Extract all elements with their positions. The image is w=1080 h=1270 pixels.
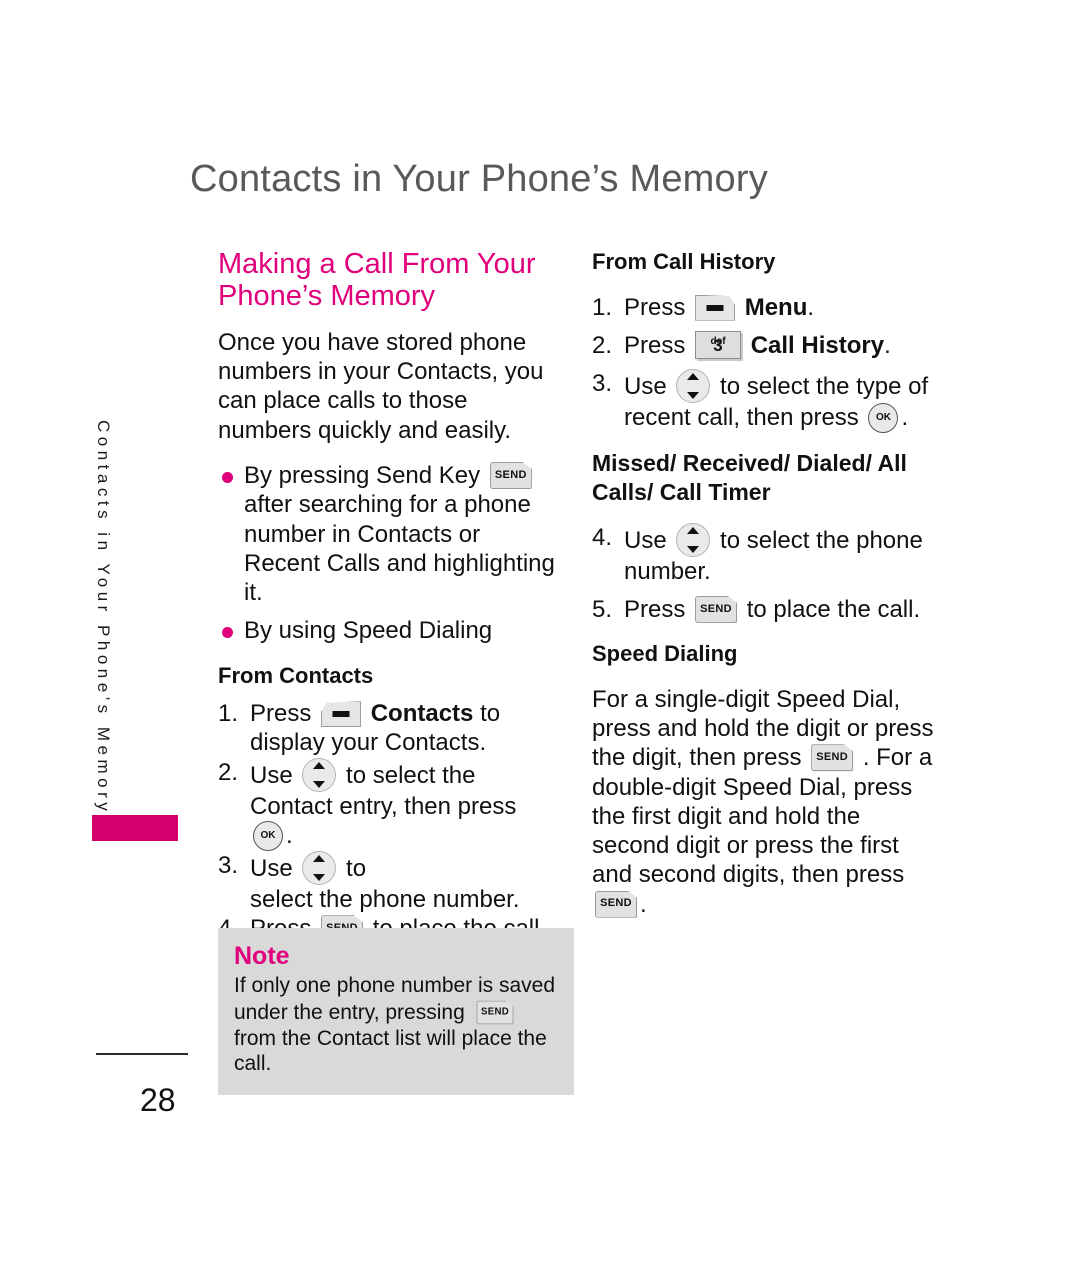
note-body: If only one phone number is saved under … xyxy=(234,973,558,1077)
step-emphasis: Contacts xyxy=(370,700,474,728)
ok-key-label: OK xyxy=(260,829,276,841)
send-key-label: SEND xyxy=(494,468,527,481)
key-letters: def xyxy=(710,335,726,347)
send-key-icon: SEND xyxy=(811,744,854,772)
soft-key-left-icon xyxy=(695,294,736,321)
right-column: From Call History 1. Press Menu. 2. Pres… xyxy=(592,248,942,919)
list-item: 4. Use to select the phone number. xyxy=(592,522,942,586)
step-number: 3. xyxy=(218,851,239,879)
step-text-tail: select the phone number. xyxy=(250,885,520,913)
side-tab-label: Contacts in Your Phone’s Memory xyxy=(94,420,113,816)
note-box: Note If only one phone number is saved u… xyxy=(218,928,574,1095)
footer-divider xyxy=(96,1053,188,1055)
subheading-speed-dialing: Speed Dialing xyxy=(592,641,738,667)
list-item: 2. Press 3 def Call History. xyxy=(592,330,942,360)
send-key-label: SEND xyxy=(600,897,632,910)
call-history-steps-continued: 4. Use to select the phone number. 5. Pr… xyxy=(592,522,942,625)
step-text-tail: to select the phone number. xyxy=(624,526,923,585)
list-item: 2. Use to select the Contact entry, then… xyxy=(218,757,558,851)
ok-key-icon: OK xyxy=(868,403,899,434)
side-tab-marker xyxy=(92,815,178,841)
page-title: Contacts in Your Phone’s Memory xyxy=(190,158,768,200)
nav-wheel-icon xyxy=(302,850,337,885)
bullet-text-before: By pressing Send Key xyxy=(244,462,481,489)
step-text-tail: . xyxy=(807,293,815,321)
step-text-tail: to place the call. xyxy=(746,595,921,623)
methods-bullet-list: By pressing Send Key SEND after searchin… xyxy=(218,461,558,646)
left-column: Making a Call From Your Phone’s Memory O… xyxy=(218,248,558,944)
speed-dialing-text-3: . xyxy=(640,890,647,918)
call-types-list: Missed/ Received/ Dialed/ All Calls/ Cal… xyxy=(592,450,907,505)
step-text: Press xyxy=(624,293,686,321)
ok-key-label: OK xyxy=(875,412,891,424)
step-text: Use xyxy=(624,373,667,401)
step-text: Use xyxy=(624,526,667,554)
send-key-icon: SEND xyxy=(489,462,532,489)
step-number: 5. xyxy=(592,595,613,623)
step-text-tail: . xyxy=(884,331,891,359)
step-number: 2. xyxy=(218,758,239,786)
nav-wheel-icon xyxy=(676,522,711,557)
list-item: 5. Press SEND to place the call. xyxy=(592,595,942,624)
step-text-mid: to xyxy=(346,854,367,882)
bullet-text-after: after searching for a phone number in Co… xyxy=(244,491,555,607)
step-text: Press xyxy=(624,595,686,623)
list-item: 1. Press Contacts to display your Contac… xyxy=(218,699,558,758)
note-title: Note xyxy=(234,942,290,970)
step-number: 3. xyxy=(592,370,613,398)
send-key-icon: SEND xyxy=(695,595,738,623)
step-number: 4. xyxy=(592,523,613,551)
step-text: Use xyxy=(250,854,293,882)
manual-page: Contacts in Your Phone’s Memory Contacts… xyxy=(0,0,1080,1270)
subheading-from-contacts: From Contacts xyxy=(218,662,374,688)
step-text-tail: . xyxy=(901,404,909,432)
send-key-label: SEND xyxy=(816,751,849,764)
subheading-from-call-history: From Call History xyxy=(592,249,776,274)
step-emphasis: Menu xyxy=(744,293,808,321)
step-text: Press xyxy=(250,700,312,728)
step-number: 1. xyxy=(218,700,239,728)
step-number: 1. xyxy=(592,293,613,321)
soft-key-right-icon xyxy=(321,701,362,728)
intro-paragraph: Once you have stored phone numbers in yo… xyxy=(218,328,544,444)
step-emphasis: Call History xyxy=(750,331,885,359)
send-key-icon: SEND xyxy=(476,1000,514,1024)
list-item: 3. Use to select the type of recent call… xyxy=(592,369,942,434)
nav-wheel-icon xyxy=(676,369,711,404)
list-item: By pressing Send Key SEND after searchin… xyxy=(218,461,558,607)
note-text-after: from the Contact list will place the cal… xyxy=(234,1026,547,1076)
list-item: By using Speed Dialing xyxy=(218,616,558,645)
send-key-label: SEND xyxy=(480,1006,509,1017)
speed-dialing-paragraph: For a single-digit Speed Dial, press and… xyxy=(592,685,942,919)
send-key-icon: SEND xyxy=(595,890,637,918)
send-key-label: SEND xyxy=(700,602,732,615)
nav-wheel-icon xyxy=(302,757,337,792)
step-text-tail: . xyxy=(286,821,293,849)
step-number: 2. xyxy=(592,331,613,359)
bullet-text: By using Speed Dialing xyxy=(244,617,493,645)
step-text: Press xyxy=(624,331,686,359)
step-text: Use xyxy=(250,761,293,789)
page-number: 28 xyxy=(140,1082,176,1118)
from-contacts-steps: 1. Press Contacts to display your Contac… xyxy=(218,699,558,943)
key-3-def-icon: 3 def xyxy=(695,330,742,359)
section-heading-making-a-call: Making a Call From Your Phone’s Memory xyxy=(218,248,536,313)
list-item: 1. Press Menu. xyxy=(592,293,942,322)
call-history-steps: 1. Press Menu. 2. Press 3 def Call Histor… xyxy=(592,293,942,434)
ok-key-icon: OK xyxy=(253,820,283,851)
list-item: 3. Use to select the phone number. xyxy=(218,850,558,914)
